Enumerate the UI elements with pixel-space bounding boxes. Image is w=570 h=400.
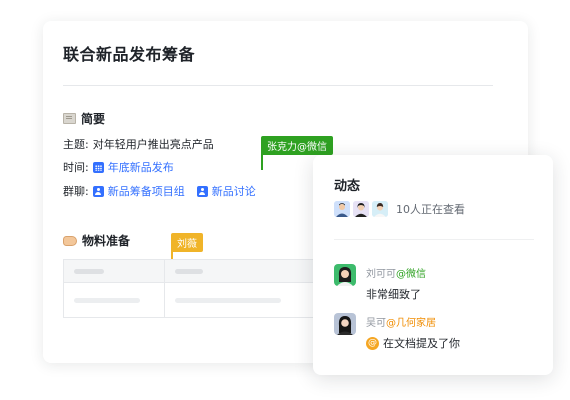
doc-title: 联合新品发布筹备: [63, 45, 196, 64]
group-chat-name-1: 新品筹备项目组: [107, 185, 185, 198]
title-divider: [63, 85, 493, 86]
comment-author-line: 刘可可@微信: [366, 265, 426, 280]
activity-divider: [334, 239, 534, 240]
table-cell[interactable]: [63, 282, 165, 318]
placeholder-bar: [175, 297, 281, 303]
group-row: 群聊: 新品筹备项目组 新品讨论: [63, 183, 256, 199]
time-label: 时间:: [63, 161, 89, 174]
activity-panel: 动态 10人正在查看 刘可可@微信 非常细致了 吴可@几何家居 @ 在文档提及了…: [313, 155, 553, 375]
calendar-event-link[interactable]: 年底新品发布: [92, 159, 174, 175]
table-cell[interactable]: [63, 259, 165, 283]
comment-org: @几何家居: [386, 318, 436, 329]
material-heading-text: 物料准备: [82, 234, 131, 248]
viewers-row[interactable]: 10人正在查看: [334, 201, 465, 217]
notebook-icon: [63, 113, 76, 124]
collaborator-cursor-tag: 张克力@微信: [261, 136, 333, 155]
placeholder-bar: [74, 268, 104, 274]
activity-title: 动态: [334, 179, 361, 194]
collaborator-cursor-tag: 刘薇: [171, 233, 203, 252]
placeholder-bar: [74, 297, 140, 303]
collaborator-cursor-line: [261, 153, 263, 170]
viewer-avatar[interactable]: [353, 201, 369, 217]
topic-label: 主题:: [63, 138, 89, 151]
group-label: 群聊:: [63, 185, 89, 198]
placeholder-bar: [175, 268, 203, 274]
group-chat-icon: [196, 185, 208, 197]
section-brief-heading: 简要: [63, 110, 105, 127]
stage: 联合新品发布筹备 简要 主题: 对年轻用户推出亮点产品 时间: 年底新品发布 群…: [0, 0, 570, 400]
comment-author-line: 吴可@几何家居: [366, 314, 460, 329]
brief-heading-text: 简要: [81, 112, 106, 126]
group-chat-name-2: 新品讨论: [211, 185, 256, 198]
comment-item[interactable]: 刘可可@微信 非常细致了: [334, 264, 426, 302]
time-value: 年底新品发布: [107, 161, 174, 174]
comment-item[interactable]: 吴可@几何家居 @ 在文档提及了你: [334, 313, 460, 351]
topic-value: 对年轻用户推出亮点产品: [92, 138, 214, 151]
viewer-avatar[interactable]: [372, 201, 388, 217]
comment-text-line: @ 在文档提及了你: [366, 335, 460, 351]
calendar-icon: [92, 161, 104, 173]
comment-avatar[interactable]: [334, 264, 356, 286]
group-chat-icon: [92, 185, 104, 197]
comment-org: @微信: [396, 269, 426, 280]
section-material-heading: 物料准备: [63, 232, 130, 249]
comment-text: 在文档提及了你: [383, 337, 460, 350]
group-chat-link-2[interactable]: 新品讨论: [196, 183, 256, 199]
comment-author: 刘可可: [366, 269, 396, 280]
comment-text-line: 非常细致了: [366, 286, 426, 302]
comment-author: 吴可: [366, 318, 386, 329]
topic-row: 主题: 对年轻用户推出亮点产品: [63, 136, 214, 152]
time-row: 时间: 年底新品发布: [63, 159, 174, 175]
viewer-avatar[interactable]: [334, 201, 350, 217]
comment-avatar[interactable]: [334, 313, 356, 335]
group-chat-link-1[interactable]: 新品筹备项目组: [92, 183, 185, 199]
viewing-count-text: 10人正在查看: [396, 203, 465, 216]
hand-icon: [63, 235, 77, 246]
at-mention-icon: @: [366, 336, 379, 350]
comment-text: 非常细致了: [366, 288, 421, 301]
